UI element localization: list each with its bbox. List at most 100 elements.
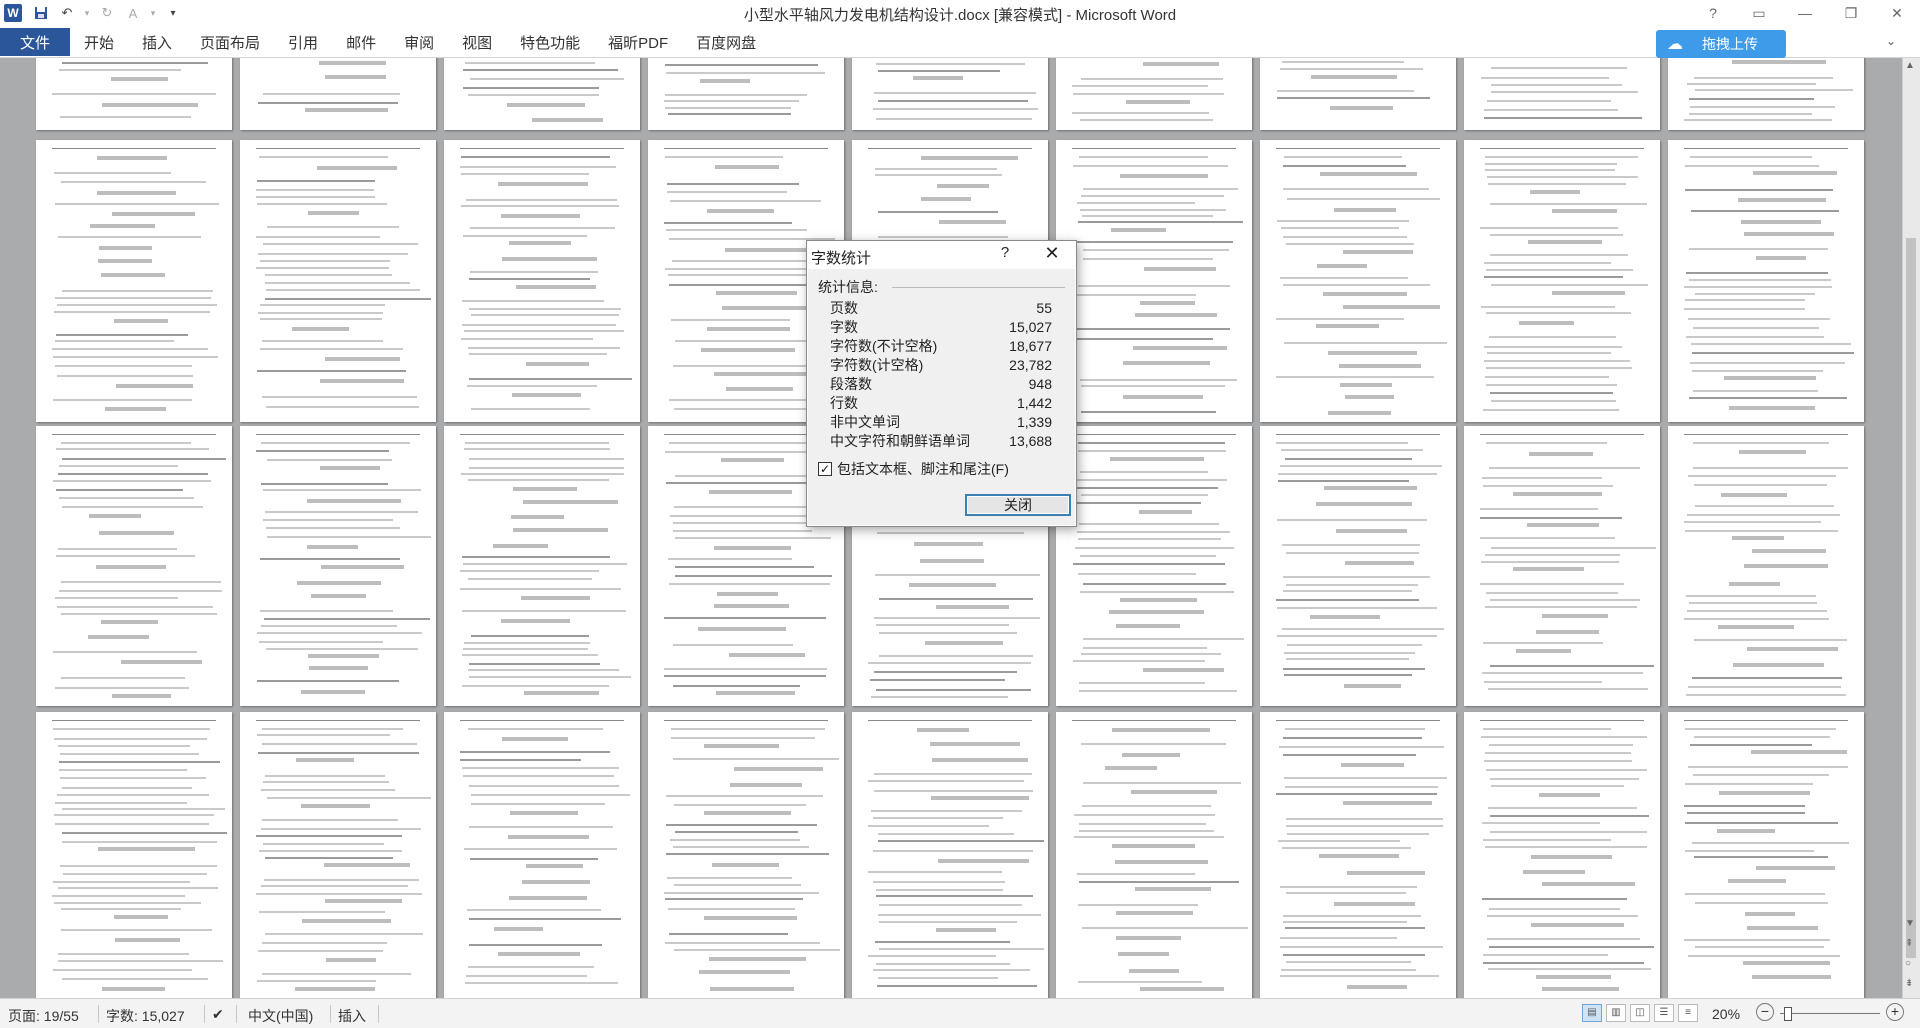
page-thumbnail[interactable] bbox=[1464, 426, 1660, 706]
page-thumbnail[interactable] bbox=[36, 712, 232, 998]
browse-object-icon[interactable]: ○ bbox=[1905, 958, 1911, 969]
page-thumbnail[interactable] bbox=[240, 712, 436, 998]
text-line bbox=[1276, 635, 1437, 638]
formula-line bbox=[523, 691, 600, 696]
zoom-level[interactable]: 20% bbox=[1712, 1006, 1740, 1022]
page-thumbnail[interactable] bbox=[36, 140, 232, 422]
minimize-icon[interactable]: — bbox=[1782, 0, 1828, 26]
page-thumbnail[interactable] bbox=[1464, 712, 1660, 998]
window-controls: ? ▭ — ❐ ✕ bbox=[1690, 0, 1920, 26]
page-thumbnail[interactable] bbox=[648, 58, 844, 130]
web-layout-icon[interactable]: ◫ bbox=[1630, 1004, 1650, 1022]
checkbox-checked-icon[interactable]: ✓ bbox=[818, 462, 832, 476]
document-area[interactable] bbox=[0, 58, 1902, 998]
page-thumbnail[interactable] bbox=[648, 712, 844, 998]
prev-page-icon[interactable]: ⇞ bbox=[1905, 938, 1913, 949]
page-thumbnail[interactable] bbox=[852, 58, 1048, 130]
dialog-close-button[interactable]: ✕ bbox=[1037, 243, 1067, 267]
page-thumbnail[interactable] bbox=[1056, 712, 1252, 998]
tab-review[interactable]: 审阅 bbox=[390, 28, 448, 56]
tab-features[interactable]: 特色功能 bbox=[506, 28, 594, 56]
text-line bbox=[875, 174, 1002, 177]
help-icon[interactable]: ? bbox=[1690, 0, 1736, 26]
text-line bbox=[460, 173, 589, 176]
proofing-icon[interactable]: ✔ bbox=[212, 1006, 224, 1023]
tab-page-layout[interactable]: 页面布局 bbox=[186, 28, 274, 56]
text-line bbox=[665, 229, 807, 232]
text-line bbox=[1683, 118, 1832, 121]
page-header-rule bbox=[459, 148, 625, 149]
scroll-up-icon[interactable]: ▲ bbox=[1905, 60, 1915, 71]
zoom-in-icon[interactable]: + bbox=[1886, 1003, 1904, 1021]
text-line bbox=[461, 472, 625, 475]
dialog-help-button[interactable]: ? bbox=[991, 244, 1019, 266]
tab-view[interactable]: 视图 bbox=[448, 28, 506, 56]
tab-home[interactable]: 开始 bbox=[70, 28, 128, 56]
print-layout-view-icon[interactable]: ▤ bbox=[1582, 1004, 1602, 1022]
tab-references[interactable]: 引用 bbox=[274, 28, 332, 56]
page-indicator[interactable]: 页面: 19/55 bbox=[8, 1006, 79, 1026]
full-screen-reading-icon[interactable]: ▥ bbox=[1606, 1004, 1626, 1022]
page-thumbnail[interactable] bbox=[1464, 140, 1660, 422]
page-thumbnail[interactable] bbox=[1260, 712, 1456, 998]
page-thumbnail[interactable] bbox=[444, 712, 640, 998]
draft-view-icon[interactable]: ≡ bbox=[1678, 1004, 1698, 1022]
insert-mode-indicator[interactable]: 插入 bbox=[338, 1006, 366, 1026]
page-thumbnail[interactable] bbox=[240, 58, 436, 130]
ribbon-expand-icon[interactable]: ⌄ bbox=[1886, 34, 1896, 48]
zoom-slider-track[interactable] bbox=[1780, 1013, 1880, 1014]
dialog-title-bar[interactable]: 字数统计 ? ✕ bbox=[807, 241, 1076, 269]
outline-view-icon[interactable]: ☰ bbox=[1654, 1004, 1674, 1022]
include-textboxes-checkbox[interactable]: ✓ 包括文本框、脚注和尾注(F) bbox=[818, 459, 1009, 479]
language-indicator[interactable]: 中文(中国) bbox=[248, 1006, 313, 1026]
formula-line bbox=[512, 486, 577, 491]
word-count-indicator[interactable]: 字数: 15,027 bbox=[106, 1006, 185, 1026]
tab-baidu-netdisk[interactable]: 百度网盘 bbox=[682, 28, 770, 56]
page-thumbnail[interactable] bbox=[36, 58, 232, 130]
text-line bbox=[1482, 484, 1613, 487]
text-line bbox=[1688, 278, 1832, 281]
text-line bbox=[1076, 501, 1202, 504]
page-thumbnail[interactable] bbox=[240, 426, 436, 706]
tab-file[interactable]: 文件 bbox=[0, 28, 70, 56]
text-line bbox=[665, 450, 820, 453]
page-thumbnail[interactable] bbox=[1668, 58, 1864, 130]
page-thumbnail[interactable] bbox=[1668, 712, 1864, 998]
text-line bbox=[878, 921, 1018, 923]
formula-line bbox=[697, 626, 786, 631]
page-thumbnail[interactable] bbox=[1260, 58, 1456, 130]
text-line bbox=[263, 489, 421, 492]
page-thumbnail[interactable] bbox=[1464, 58, 1660, 130]
page-thumbnail[interactable] bbox=[444, 58, 640, 130]
zoom-out-icon[interactable]: − bbox=[1756, 1003, 1774, 1021]
page-thumbnail[interactable] bbox=[1668, 140, 1864, 422]
scroll-down-icon[interactable]: ▼ bbox=[1905, 918, 1915, 929]
close-icon[interactable]: ✕ bbox=[1874, 0, 1920, 26]
drag-upload-button[interactable]: ☁ 拖拽上传 bbox=[1656, 30, 1786, 58]
page-thumbnail[interactable] bbox=[444, 140, 640, 422]
page-thumbnail[interactable] bbox=[1056, 426, 1252, 706]
tab-foxit-pdf[interactable]: 福昕PDF bbox=[594, 28, 682, 56]
text-line bbox=[1285, 786, 1438, 789]
page-thumbnail[interactable] bbox=[36, 426, 232, 706]
close-dialog-button[interactable]: 关闭 bbox=[965, 494, 1071, 516]
scroll-thumb[interactable] bbox=[1906, 238, 1916, 958]
tab-mailings[interactable]: 邮件 bbox=[332, 28, 390, 56]
next-page-icon[interactable]: ⇟ bbox=[1905, 978, 1913, 989]
page-thumbnail[interactable] bbox=[1260, 140, 1456, 422]
restore-icon[interactable]: ❐ bbox=[1828, 0, 1874, 26]
tab-insert[interactable]: 插入 bbox=[128, 28, 186, 56]
ribbon-display-icon[interactable]: ▭ bbox=[1736, 0, 1782, 26]
page-thumbnail[interactable] bbox=[1056, 58, 1252, 130]
page-thumbnail[interactable] bbox=[444, 426, 640, 706]
text-line bbox=[259, 911, 385, 914]
zoom-slider-thumb[interactable] bbox=[1784, 1007, 1792, 1021]
page-thumbnail[interactable] bbox=[1668, 426, 1864, 706]
page-thumbnail[interactable] bbox=[1056, 140, 1252, 422]
vertical-scrollbar[interactable]: ▲ ▼ ⇞ ○ ⇟ bbox=[1902, 58, 1920, 998]
page-thumbnail[interactable] bbox=[240, 140, 436, 422]
formula-line bbox=[936, 183, 990, 188]
page-thumbnail[interactable] bbox=[852, 712, 1048, 998]
page-thumbnail[interactable] bbox=[1260, 426, 1456, 706]
formula-line bbox=[939, 220, 1007, 224]
